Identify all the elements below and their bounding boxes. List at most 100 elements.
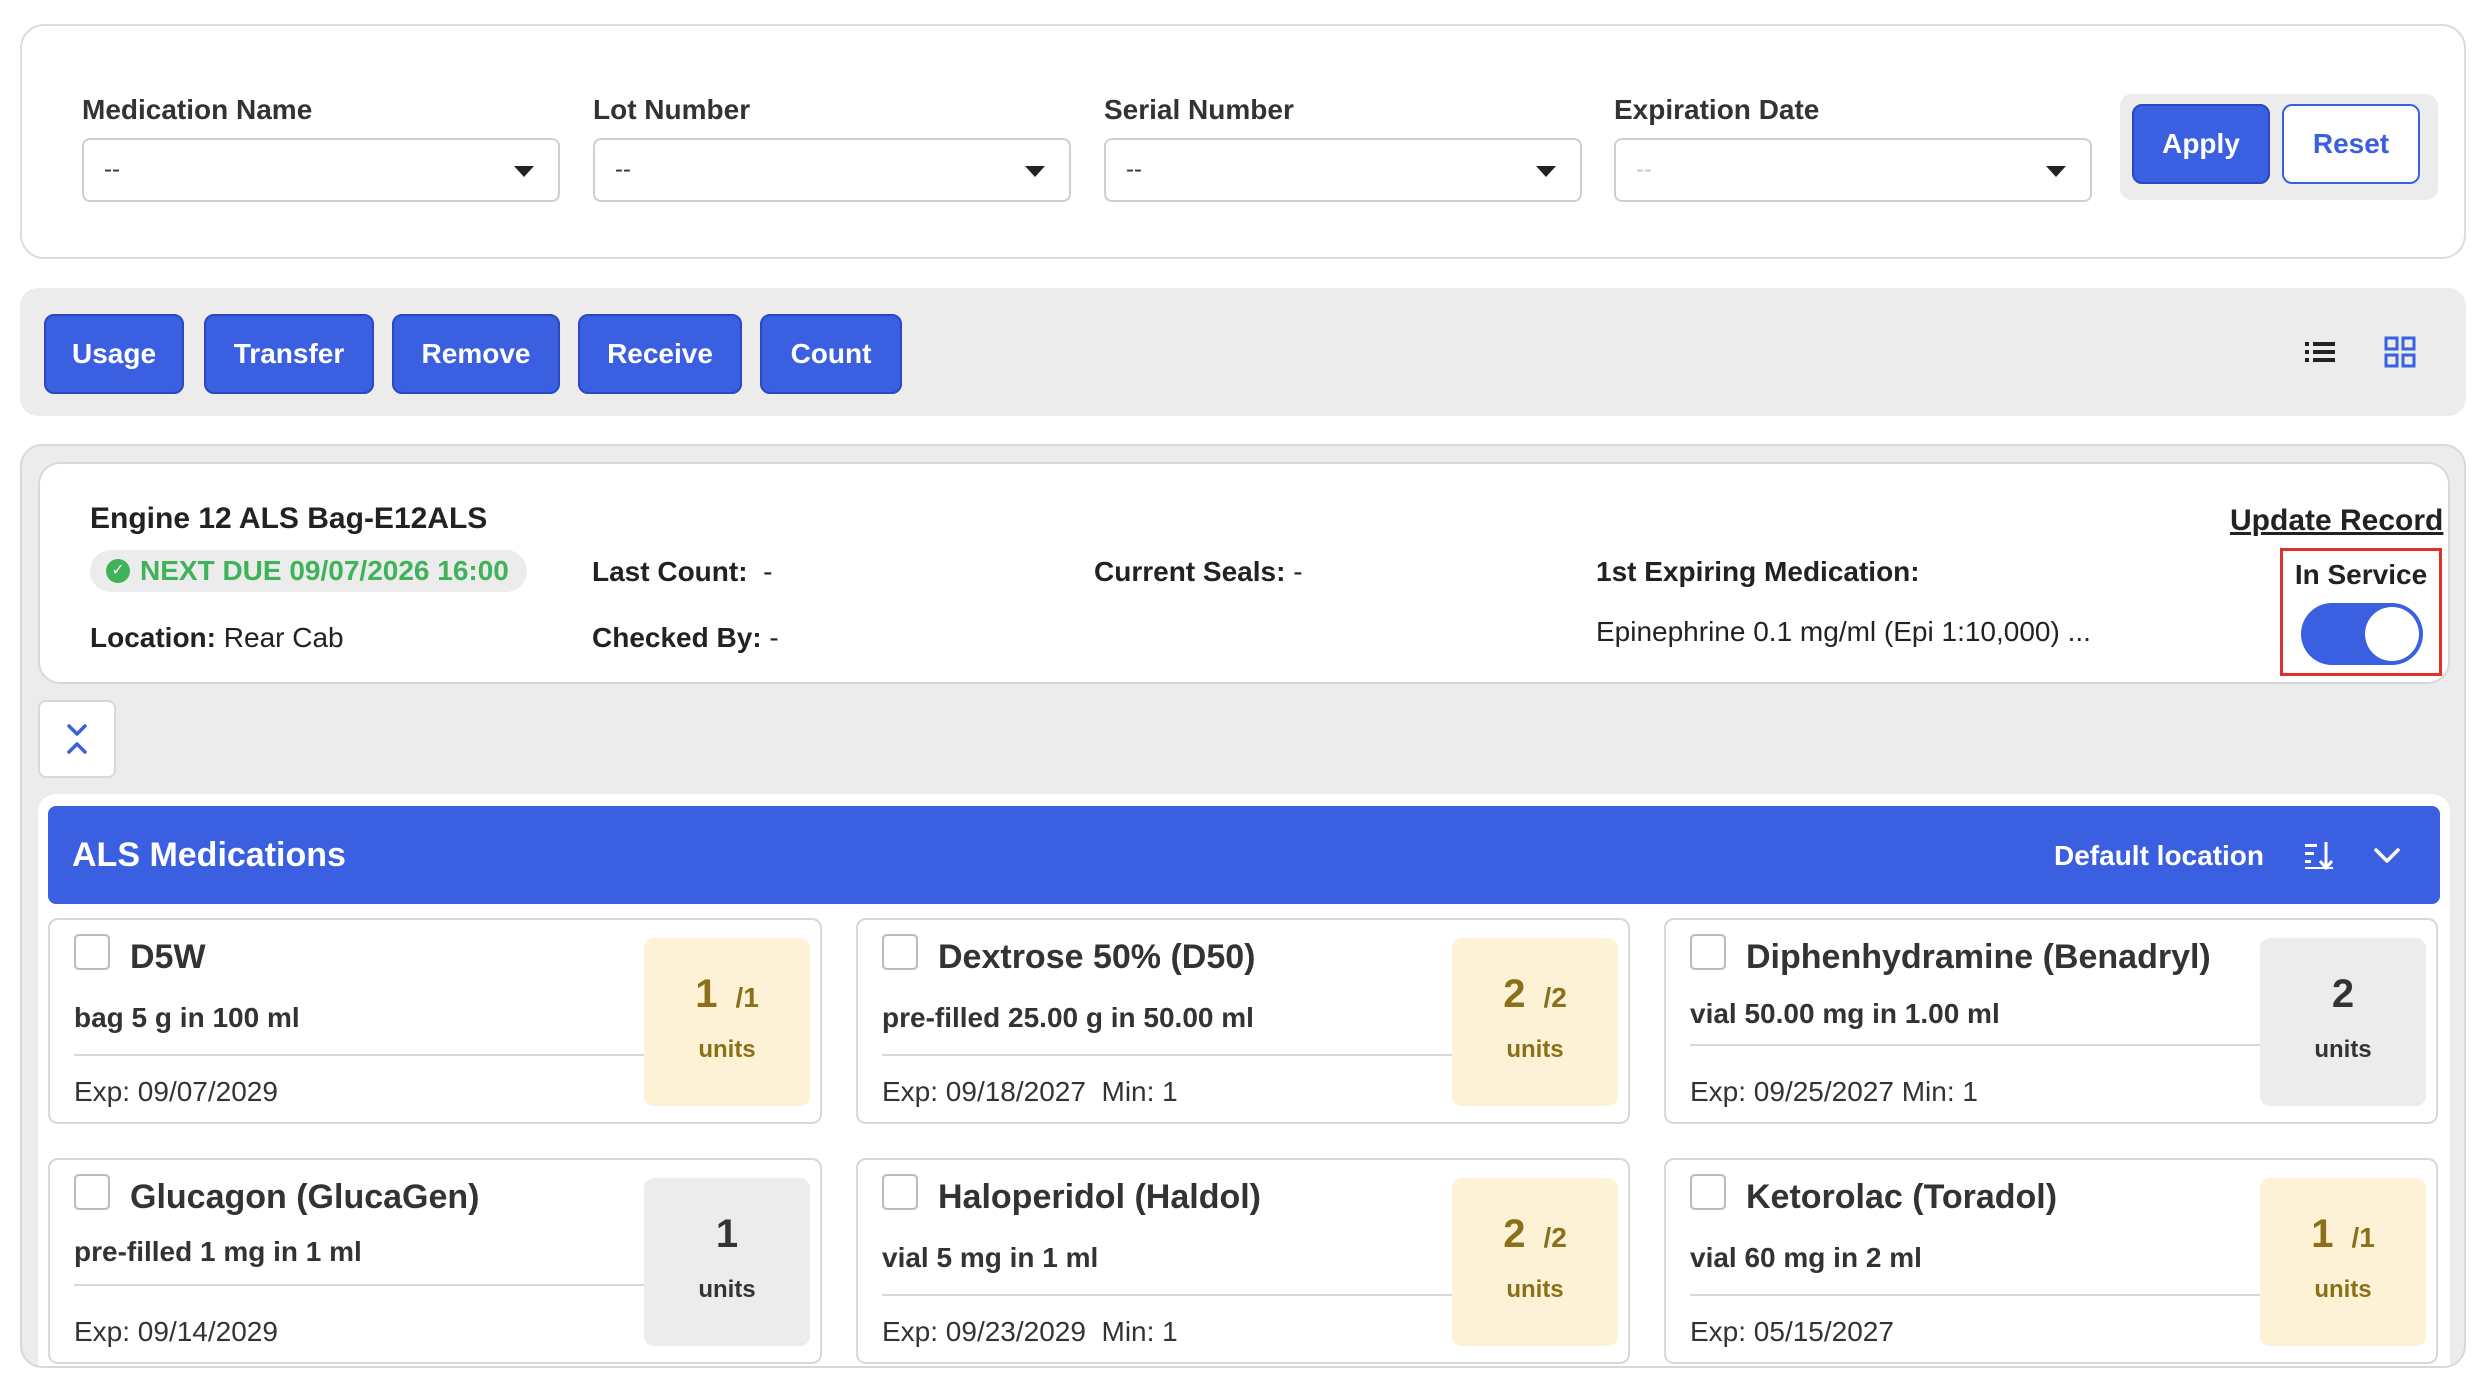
filter-panel: Medication Name -- Lot Number -- Serial … <box>20 24 2466 259</box>
quantity-value: 1 <box>644 1212 810 1257</box>
filter-label: Lot Number <box>593 94 751 125</box>
receive-button[interactable]: Receive <box>578 314 742 394</box>
location: Location: Rear Cab <box>90 622 344 654</box>
medication-card[interactable]: D5W bag 5 g in 100 ml Exp: 09/07/2029 1/… <box>48 918 822 1124</box>
next-due-badge: ✓ NEXT DUE 09/07/2026 16:00 <box>90 550 527 592</box>
chevron-down-icon <box>514 166 534 177</box>
medication-description: bag 5 g in 100 ml <box>74 1002 300 1033</box>
medication-card[interactable]: Haloperidol (Haldol) vial 5 mg in 1 ml E… <box>856 1158 1630 1364</box>
filter-label: Medication Name <box>82 94 313 125</box>
quantity-count: 2 <box>1503 1212 1526 1256</box>
quantity-value: 2 <box>2260 972 2426 1017</box>
filter-lot-number: Lot Number -- <box>593 94 1071 202</box>
checked-by-value: - <box>769 622 779 653</box>
filter-serial-number: Serial Number -- <box>1104 94 1582 202</box>
select-value: -- <box>1636 156 1652 183</box>
quantity-badge: 2/2 units <box>1452 1178 1618 1346</box>
medication-name-select[interactable]: -- <box>82 138 560 202</box>
collapse-icon <box>67 724 87 754</box>
select-checkbox[interactable] <box>1690 1174 1726 1210</box>
check-circle-icon: ✓ <box>106 559 130 583</box>
medication-card[interactable]: Dextrose 50% (D50) pre-filled 25.00 g in… <box>856 918 1630 1124</box>
medication-card[interactable]: Ketorolac (Toradol) vial 60 mg in 2 ml E… <box>1664 1158 2438 1364</box>
quantity-par: /2 <box>1543 982 1567 1013</box>
divider <box>882 1294 1452 1296</box>
quantity-unit: units <box>1506 1276 1564 1303</box>
chevron-down-icon[interactable] <box>2370 838 2404 872</box>
select-checkbox[interactable] <box>882 934 918 970</box>
last-count: Last Count: - <box>592 556 772 588</box>
expiration-date-select[interactable]: -- <box>1614 138 2092 202</box>
action-bar: Usage Transfer Remove Receive Count <box>20 288 2466 416</box>
quantity-badge: 1 units <box>644 1178 810 1346</box>
chevron-down-icon <box>1025 166 1045 177</box>
list-view-icon[interactable] <box>2302 334 2338 370</box>
medication-name: Haloperidol (Haldol) <box>938 1178 1261 1216</box>
divider <box>1690 1294 2260 1296</box>
quantity-value: 2/2 <box>1452 1212 1618 1257</box>
filter-label: Serial Number <box>1104 94 1294 125</box>
medication-description: vial 50.00 mg in 1.00 ml <box>1690 998 2000 1029</box>
quantity-par: /2 <box>1543 1222 1567 1253</box>
medication-card[interactable]: Diphenhydramine (Benadryl) vial 50.00 mg… <box>1664 918 2438 1124</box>
quantity-value: 1/1 <box>644 972 810 1017</box>
medications-panel: ALS Medications Default location D5W bag… <box>38 794 2450 1366</box>
apply-button[interactable]: Apply <box>2132 104 2270 184</box>
grid-view-icon[interactable] <box>2382 334 2418 370</box>
quantity-unit: units <box>698 1036 756 1063</box>
quantity-unit: units <box>2314 1036 2372 1063</box>
location-value: Rear Cab <box>223 622 344 653</box>
divider <box>1690 1044 2260 1046</box>
medication-card[interactable]: Glucagon (GlucaGen) pre-filled 1 mg in 1… <box>48 1158 822 1364</box>
sort-icon[interactable] <box>2302 838 2336 872</box>
medications-header: ALS Medications Default location <box>48 806 2440 904</box>
record-card: Engine 12 ALS Bag-E12ALS ✓ NEXT DUE 09/0… <box>38 462 2450 684</box>
last-count-label: Last Count: <box>592 556 748 587</box>
current-seals-label: Current Seals: <box>1094 556 1286 587</box>
next-due-text: NEXT DUE 09/07/2026 16:00 <box>140 555 509 586</box>
filter-label: Expiration Date <box>1614 94 1820 125</box>
filter-medication-name: Medication Name -- <box>82 94 560 202</box>
quantity-par: /1 <box>2351 1222 2375 1253</box>
transfer-button[interactable]: Transfer <box>204 314 374 394</box>
divider <box>74 1284 644 1286</box>
medication-name: D5W <box>130 938 206 976</box>
usage-button[interactable]: Usage <box>44 314 184 394</box>
quantity-unit: units <box>698 1276 756 1303</box>
reset-button[interactable]: Reset <box>2282 104 2420 184</box>
current-seals: Current Seals: - <box>1094 556 1303 588</box>
lot-number-select[interactable]: -- <box>593 138 1071 202</box>
first-expiring-value: Epinephrine 0.1 mg/ml (Epi 1:10,000) ... <box>1596 616 2091 647</box>
select-checkbox[interactable] <box>74 1174 110 1210</box>
serial-number-select[interactable]: -- <box>1104 138 1582 202</box>
divider <box>882 1054 1452 1056</box>
select-checkbox[interactable] <box>74 934 110 970</box>
filter-expiration-date: Expiration Date -- <box>1614 94 2092 202</box>
quantity-badge: 2 units <box>2260 938 2426 1106</box>
select-checkbox[interactable] <box>1690 934 1726 970</box>
update-record-link[interactable]: Update Record <box>2230 504 2443 538</box>
collapse-button[interactable] <box>38 700 116 778</box>
location-selector[interactable]: Default location <box>2054 840 2264 872</box>
medication-description: vial 60 mg in 2 ml <box>1690 1242 1922 1273</box>
quantity-count: 1 <box>695 972 718 1016</box>
in-service-toggle[interactable] <box>2301 603 2423 665</box>
quantity-unit: units <box>1506 1036 1564 1063</box>
expiration: Exp: 09/18/2027 Min: 1 <box>882 1076 1178 1107</box>
select-value: -- <box>1126 156 1142 183</box>
quantity-count: 2 <box>1503 972 1526 1016</box>
remove-button[interactable]: Remove <box>392 314 560 394</box>
toggle-knob <box>2365 607 2419 661</box>
expiration: Exp: 05/15/2027 <box>1690 1316 1894 1347</box>
quantity-par: /1 <box>735 982 759 1013</box>
count-button[interactable]: Count <box>760 314 902 394</box>
medication-description: pre-filled 25.00 g in 50.00 ml <box>882 1002 1254 1033</box>
quantity-value: 2/2 <box>1452 972 1618 1017</box>
expiration: Exp: 09/07/2029 <box>74 1076 278 1107</box>
expiration: Exp: 09/14/2029 <box>74 1316 278 1347</box>
quantity-count: 1 <box>715 1212 739 1256</box>
select-checkbox[interactable] <box>882 1174 918 1210</box>
divider <box>74 1054 644 1056</box>
quantity-count: 1 <box>2311 1212 2334 1256</box>
record-name: Engine 12 ALS Bag-E12ALS <box>90 502 488 535</box>
